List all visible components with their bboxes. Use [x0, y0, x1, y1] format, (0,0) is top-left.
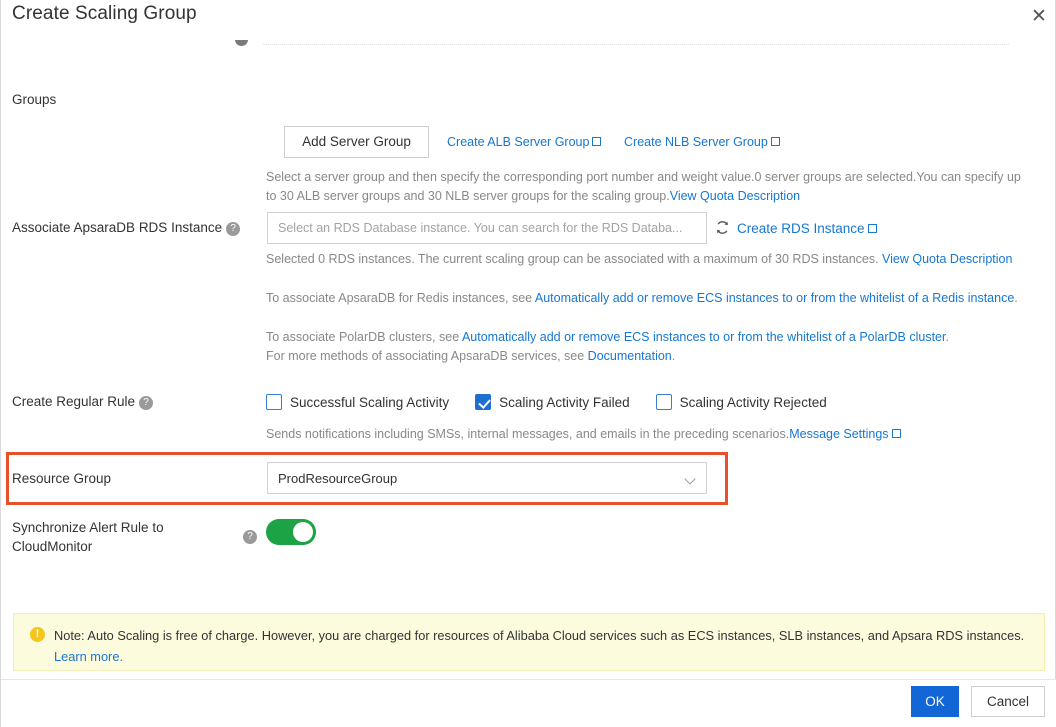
ok-button[interactable]: OK [911, 686, 959, 717]
page-title: Create Scaling Group [12, 3, 197, 24]
rds-hint-line-4-pre: For more methods of associating ApsaraDB… [266, 349, 588, 363]
rds-hint-line-4-post: . [671, 349, 676, 363]
create-regular-rule-label: Create Regular Rule? [12, 392, 154, 411]
checkbox-box[interactable] [266, 394, 282, 410]
rds-hint-line-3-post: . [945, 330, 949, 344]
notice-banner: ! Note: Auto Scaling is free of charge. … [13, 613, 1045, 671]
redis-whitelist-link[interactable]: Automatically add or remove ECS instance… [535, 291, 1014, 305]
regular-rule-checkbox-group: Successful Scaling Activity Scaling Acti… [266, 394, 827, 410]
checkbox-label: Successful Scaling Activity [290, 394, 450, 410]
rds-hint-line-2-post: . [1014, 291, 1018, 305]
create-rds-instance-link[interactable]: Create RDS Instance [737, 219, 877, 239]
rds-hint-line-3-pre: To associate PolarDB clusters, see [266, 330, 462, 344]
create-scaling-group-dialog: Create Scaling Group ✕ Groups Add Server… [0, 0, 1056, 727]
message-settings-link[interactable]: Message Settings [789, 427, 888, 441]
external-link-icon [592, 137, 602, 146]
checkbox-box[interactable] [475, 394, 492, 410]
add-server-group-button[interactable]: Add Server Group [284, 126, 429, 158]
notice-message: Note: Auto Scaling is free of charge. Ho… [54, 628, 1025, 643]
external-link-icon [770, 137, 780, 146]
close-icon[interactable]: ✕ [1025, 2, 1053, 30]
documentation-link[interactable]: Documentation [588, 349, 672, 363]
create-alb-server-group-label[interactable]: Create ALB Server Group [447, 135, 589, 149]
checkbox-successful-scaling-activity[interactable]: Successful Scaling Activity [266, 394, 449, 410]
cancel-button[interactable]: Cancel [971, 686, 1045, 717]
chevron-down-icon [685, 475, 696, 482]
warning-icon: ! [30, 627, 45, 642]
view-quota-description-link[interactable]: View Quota Description [882, 252, 1012, 266]
toggle-knob [293, 522, 313, 542]
rds-hint-line-1: Selected 0 RDS instances. The current sc… [266, 250, 1026, 269]
help-icon[interactable]: ? [243, 530, 257, 544]
rds-instance-input[interactable] [267, 212, 707, 244]
help-icon[interactable]: ? [226, 222, 241, 236]
create-rds-instance-label[interactable]: Create RDS Instance [737, 221, 865, 236]
checkbox-scaling-activity-rejected[interactable]: Scaling Activity Rejected [655, 394, 827, 410]
notice-text: Note: Auto Scaling is free of charge. Ho… [54, 625, 1032, 667]
create-nlb-server-group-link[interactable]: Create NLB Server Group [624, 133, 780, 152]
checkbox-scaling-activity-failed[interactable]: Scaling Activity Failed [475, 394, 630, 410]
view-quota-description-link[interactable]: View Quota Description [670, 189, 800, 203]
create-nlb-server-group-label[interactable]: Create NLB Server Group [624, 135, 768, 149]
rds-hint-line-4: For more methods of associating ApsaraDB… [266, 347, 1056, 366]
rds-hint-line-2: To associate ApsaraDB for Redis instance… [266, 289, 1026, 308]
chevron-down-icon[interactable] [235, 40, 248, 48]
checkbox-box[interactable] [655, 394, 672, 410]
groups-hint: Select a server group and then specify t… [266, 168, 1026, 206]
checkbox-label: Scaling Activity Failed [499, 394, 630, 410]
groups-hint-text: Select a server group and then specify t… [266, 170, 1021, 203]
help-icon[interactable]: ? [139, 396, 154, 410]
regular-rule-hint: Sends notifications including SMSs, inte… [266, 425, 1046, 444]
section-divider [263, 44, 1009, 45]
resource-group-label: Resource Group [12, 471, 112, 486]
rds-hint-line-3: To associate PolarDB clusters, see Autom… [266, 328, 1056, 347]
rds-hint-line-2-pre: To associate ApsaraDB for Redis instance… [266, 291, 535, 305]
refresh-icon[interactable] [715, 220, 730, 235]
dialog-header: Create Scaling Group ✕ [1, 0, 1056, 34]
create-regular-rule-label-text: Create Regular Rule [12, 394, 136, 409]
dialog-footer: OK Cancel [1, 679, 1056, 727]
polardb-whitelist-link[interactable]: Automatically add or remove ECS instance… [462, 330, 946, 344]
associate-rds-label: Associate ApsaraDB RDS Instance? [12, 218, 241, 237]
resource-group-select[interactable]: ProdResourceGroup [267, 462, 707, 494]
groups-label: Groups [12, 92, 57, 107]
create-alb-server-group-link[interactable]: Create ALB Server Group [447, 133, 602, 152]
learn-more-link[interactable]: Learn more. [54, 649, 123, 664]
regular-rule-hint-text: Sends notifications including SMSs, inte… [266, 427, 790, 441]
sync-alert-rule-label: Synchronize Alert Rule to CloudMonitor [12, 520, 164, 554]
external-link-icon [891, 429, 901, 438]
external-link-icon [867, 224, 877, 233]
resource-group-selected-value: ProdResourceGroup [278, 470, 398, 486]
form-body: Groups Add Server Group Create ALB Serve… [1, 34, 1056, 600]
checkbox-label: Scaling Activity Rejected [679, 394, 827, 410]
rds-hint-line-1-text: Selected 0 RDS instances. The current sc… [266, 252, 883, 266]
associate-rds-label-text: Associate ApsaraDB RDS Instance [12, 220, 223, 235]
sync-alert-rule-toggle[interactable] [266, 519, 316, 545]
